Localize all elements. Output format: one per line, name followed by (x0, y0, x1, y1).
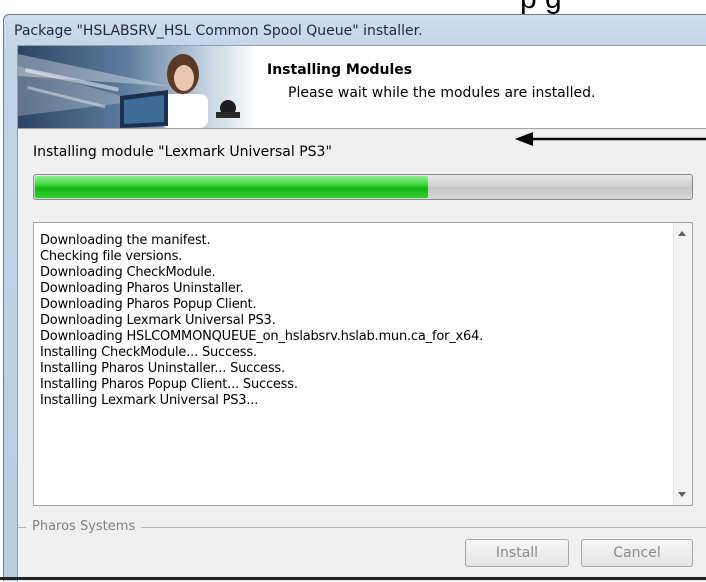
banner-illustration (18, 54, 240, 128)
banner-image (18, 46, 258, 128)
left-arrow-icon (515, 132, 706, 146)
cancel-button[interactable]: Cancel (581, 539, 693, 567)
log-line: Downloading HSLCOMMONQUEUE_on_hslabsrv.h… (40, 329, 484, 344)
log-line: Installing CheckModule... Success. (40, 345, 257, 360)
log-line: Downloading CheckModule. (40, 265, 216, 280)
log-line: Installing Pharos Popup Client... Succes… (40, 377, 298, 392)
header-subtitle: Please wait while the modules are instal… (288, 85, 596, 101)
log-line: Installing Lexmark Universal PS3... (40, 393, 259, 408)
log-scrollbar[interactable] (673, 223, 692, 505)
install-log-box[interactable]: Downloading the manifest. Checking file v… (33, 222, 693, 506)
wizard-header: Installing Modules Please wait while the… (18, 46, 706, 129)
log-line: Downloading the manifest. (40, 233, 211, 248)
window-title: Package "HSLABSRV_HSL Common Spool Queue… (14, 23, 423, 39)
log-line: Checking file versions. (40, 249, 183, 264)
header-title: Installing Modules (267, 62, 413, 78)
log-line: Downloading Pharos Uninstaller. (40, 281, 244, 296)
current-module-label: Installing module "Lexmark Universal PS3… (33, 144, 332, 160)
scroll-up-arrow-icon[interactable] (678, 231, 686, 236)
installer-window: Package "HSLABSRV_HSL Common Spool Queue… (3, 14, 706, 582)
log-line: Installing Pharos Uninstaller... Success… (40, 361, 285, 376)
progress-fill (35, 176, 428, 198)
log-line: Downloading Lexmark Universal PS3. (40, 313, 276, 328)
log-line: Downloading Pharos Popup Client. (40, 297, 257, 312)
install-progress-bar (33, 174, 693, 200)
vendor-group-label: Pharos Systems (26, 519, 142, 534)
install-button[interactable]: Install (465, 539, 569, 567)
scroll-down-arrow-icon[interactable] (678, 492, 686, 497)
log-lines: Downloading the manifest. Checking file v… (40, 233, 483, 409)
